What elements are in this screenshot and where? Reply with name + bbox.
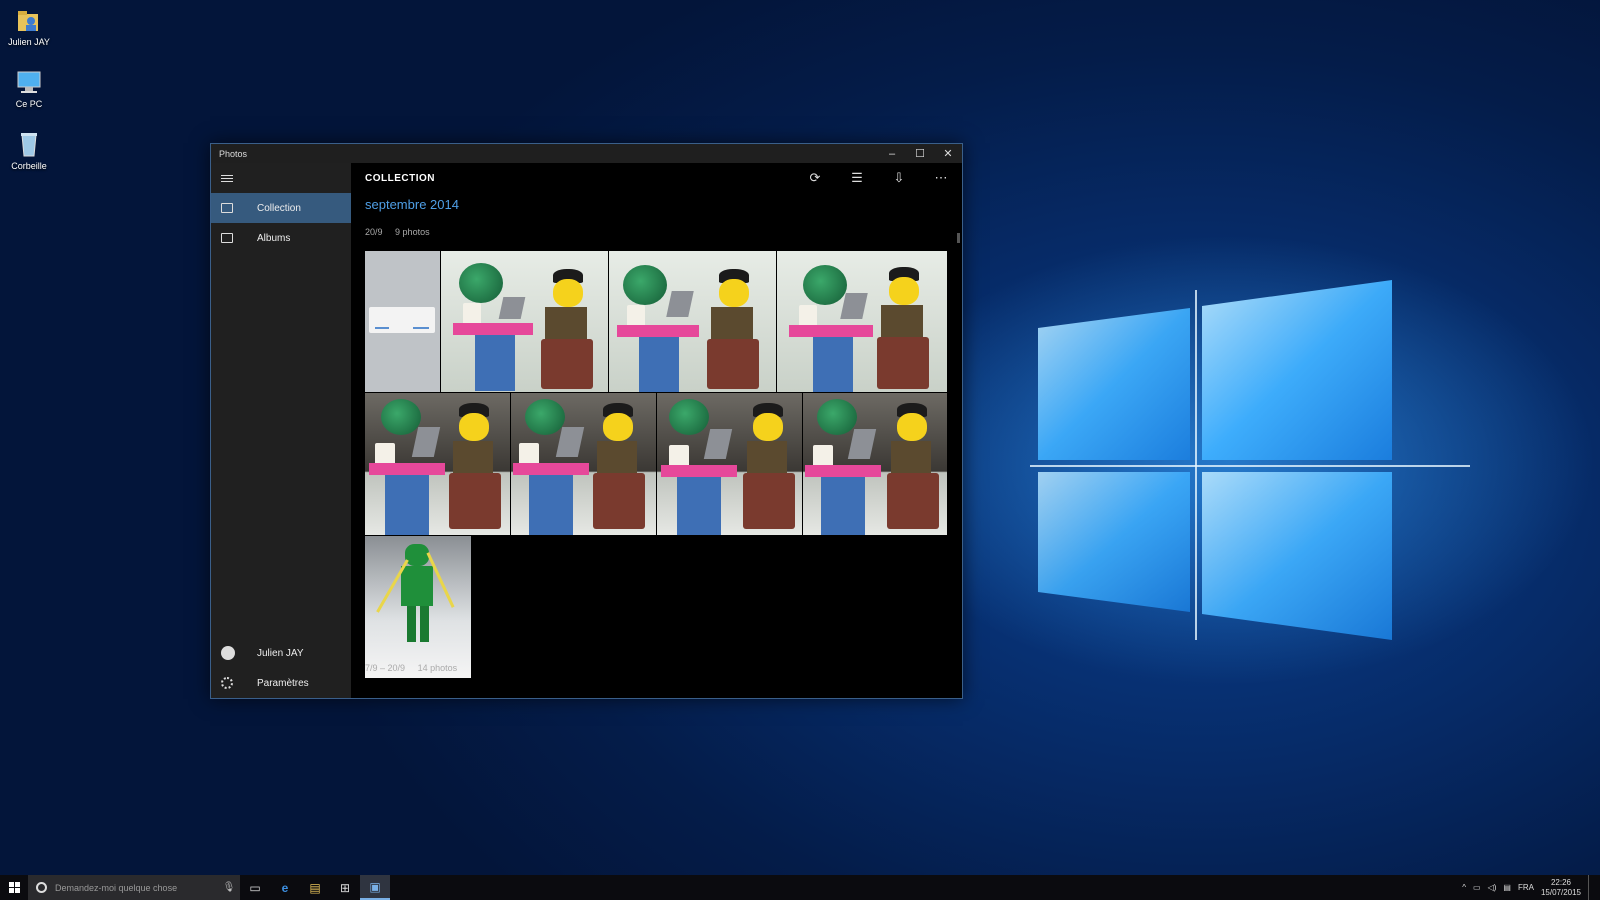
photo-thumbnail[interactable] — [609, 251, 776, 392]
clock-date: 15/07/2015 — [1540, 887, 1581, 897]
collection-icon — [221, 203, 233, 213]
group-header: 20/9 9 photos — [351, 227, 962, 239]
photo-thumbnail[interactable] — [365, 393, 510, 535]
sidebar-item-albums[interactable]: Albums — [211, 223, 351, 253]
gear-icon — [221, 677, 233, 689]
language-indicator[interactable]: FRA — [1518, 883, 1534, 892]
window-title: Photos — [219, 148, 248, 159]
hamburger-icon — [221, 177, 233, 179]
month-heading[interactable]: septembre 2014 — [351, 197, 962, 212]
photo-thumbnail[interactable] — [441, 251, 608, 392]
avatar — [221, 646, 235, 660]
cortana-search-box[interactable]: Demandez-moi quelque chose 🎙 — [28, 875, 240, 900]
command-bar: COLLECTION ⟳ ☰ ⇩ ⋯ — [351, 163, 962, 193]
sidebar-item-label: Collection — [257, 202, 301, 214]
refresh-icon[interactable]: ⟳ — [794, 163, 836, 193]
settings-label: Paramètres — [257, 677, 309, 689]
user-folder-icon — [18, 11, 38, 31]
system-tray: ^ ▭ ◁) ▤ FRA 22:26 15/07/2015 — [1462, 875, 1592, 900]
windows-logo-wallpaper — [1030, 280, 1470, 640]
taskbar: Demandez-moi quelque chose 🎙 ▭ e ▤ ⊞ ▣ ^… — [0, 875, 1600, 900]
albums-icon — [221, 233, 233, 243]
sidebar-item-settings[interactable]: Paramètres — [211, 668, 351, 698]
microphone-icon[interactable]: 🎙 — [218, 882, 240, 893]
title-bar[interactable]: Photos – ☐ ✕ — [211, 144, 962, 163]
sidebar-item-label: Albums — [257, 232, 291, 244]
group-date: 20/9 — [365, 227, 383, 237]
photo-thumbnail[interactable] — [511, 393, 656, 535]
action-center-icon[interactable]: ▤ — [1503, 883, 1511, 892]
network-icon[interactable]: ▭ — [1473, 883, 1481, 892]
cortana-icon — [36, 882, 47, 893]
photo-thumbnail[interactable] — [777, 251, 947, 392]
computer-icon — [17, 71, 41, 93]
show-desktop-button[interactable] — [1588, 875, 1592, 900]
group-count: 9 photos — [395, 227, 430, 237]
maximize-button[interactable]: ☐ — [906, 144, 934, 163]
desktop-icon-recycle-bin[interactable]: Corbeille — [4, 130, 54, 171]
search-placeholder: Demandez-moi quelque chose — [55, 882, 178, 893]
windows-start-icon — [8, 882, 20, 893]
sidebar-item-account[interactable]: Julien JAY — [211, 638, 351, 668]
task-view-icon[interactable]: ▭ — [240, 875, 270, 900]
store-icon[interactable]: ⊞ — [330, 875, 360, 900]
desktop-icon-label: Julien JAY — [8, 37, 50, 47]
photo-thumbnail[interactable] — [803, 393, 947, 535]
desktop-icon-user[interactable]: Julien JAY — [4, 6, 54, 47]
clock-time: 22:26 — [1550, 877, 1571, 887]
file-explorer-icon[interactable]: ▤ — [300, 875, 330, 900]
minimize-button[interactable]: – — [878, 144, 906, 163]
sidebar: Collection Albums Julien JAY Paramètres — [211, 163, 351, 698]
start-button[interactable] — [0, 875, 28, 900]
photos-window: Photos – ☐ ✕ Collection Albums Julien JA… — [210, 143, 963, 699]
photo-thumbnail[interactable] — [365, 536, 471, 678]
desktop-icon-label: Corbeille — [11, 161, 47, 171]
collection-view: COLLECTION ⟳ ☰ ⇩ ⋯ septembre 2014 20/9 9… — [351, 163, 962, 698]
sidebar-item-collection[interactable]: Collection — [211, 193, 351, 223]
page-title: COLLECTION — [365, 172, 435, 184]
edge-icon[interactable]: e — [270, 875, 300, 900]
chevron-up-icon[interactable]: ^ — [1462, 883, 1466, 892]
close-button[interactable]: ✕ — [934, 144, 962, 163]
desktop-icon-this-pc[interactable]: Ce PC — [4, 68, 54, 109]
volume-icon[interactable]: ◁) — [1488, 883, 1497, 892]
photo-thumbnail[interactable] — [365, 251, 440, 392]
photo-grid — [365, 251, 947, 678]
select-icon[interactable]: ☰ — [836, 163, 878, 193]
import-icon[interactable]: ⇩ — [878, 163, 920, 193]
account-name: Julien JAY — [257, 647, 304, 659]
group-header: 7/9 – 20/9 14 photos — [351, 663, 457, 675]
hamburger-menu-button[interactable] — [211, 163, 351, 193]
scrollbar-thumb[interactable] — [957, 233, 960, 243]
clock[interactable]: 22:26 15/07/2015 — [1541, 878, 1581, 898]
more-icon[interactable]: ⋯ — [920, 163, 962, 193]
scrollbar[interactable] — [957, 193, 960, 698]
group-date: 7/9 – 20/9 — [365, 663, 406, 673]
photo-thumbnail[interactable] — [657, 393, 802, 535]
desktop-icon-label: Ce PC — [15, 99, 43, 109]
group-count: 14 photos — [417, 663, 458, 673]
recycle-bin-icon — [21, 133, 37, 157]
photos-app-icon[interactable]: ▣ — [360, 875, 390, 900]
